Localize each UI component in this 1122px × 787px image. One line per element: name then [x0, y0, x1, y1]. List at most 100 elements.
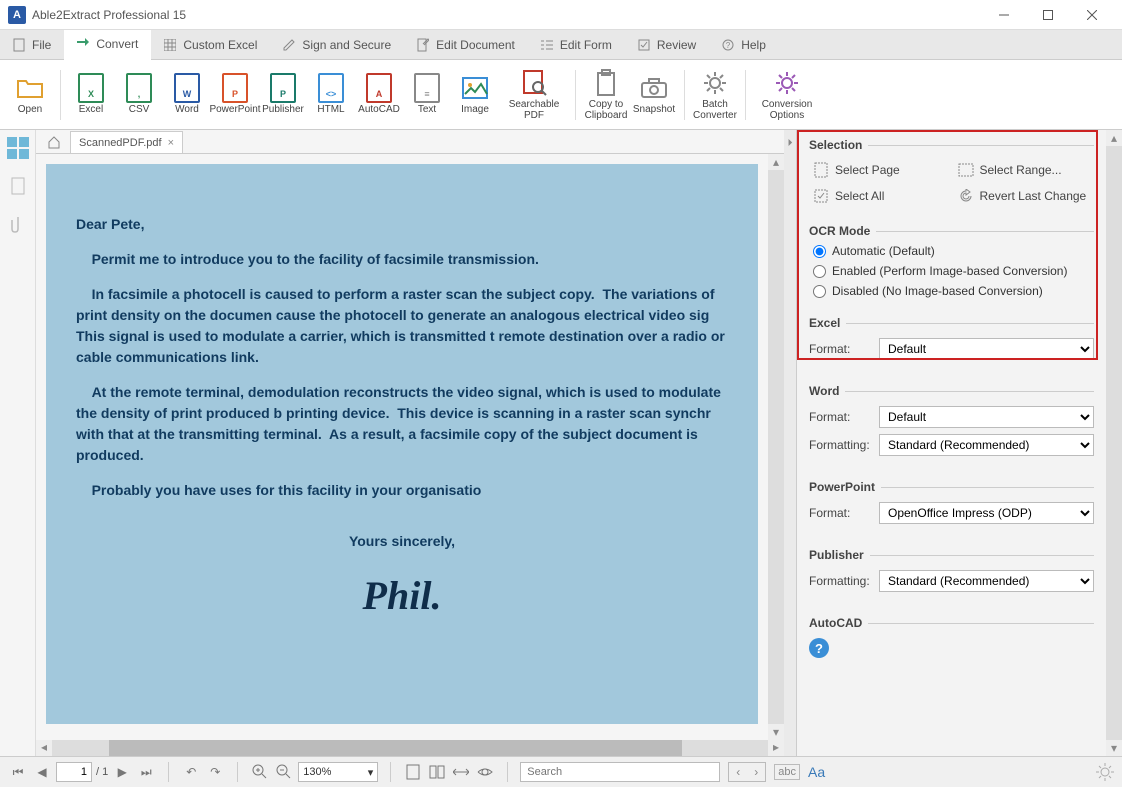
- document-tabs: ScannedPDF.pdf ×: [36, 130, 784, 154]
- zoom-in-button[interactable]: [250, 762, 270, 782]
- text-button[interactable]: Text: [403, 63, 451, 127]
- csv-button[interactable]: CSV: [115, 63, 163, 127]
- word-formatting-select[interactable]: Standard (Recommended): [879, 434, 1094, 456]
- zoom-out-button[interactable]: [274, 762, 294, 782]
- gear-options-icon: [773, 69, 801, 97]
- ocr-auto-radio[interactable]: Automatic (Default): [813, 244, 1090, 258]
- panel-collapse[interactable]: ⏵: [784, 130, 796, 756]
- theme-toggle[interactable]: [1096, 763, 1114, 781]
- searchable-pdf-button[interactable]: Searchable PDF: [499, 63, 569, 127]
- file-icon: [12, 38, 26, 52]
- panel-vertical-scrollbar[interactable]: ▴▾: [1106, 130, 1122, 756]
- publisher-button[interactable]: Publisher: [259, 63, 307, 127]
- search-prev[interactable]: ‹: [729, 763, 747, 781]
- search-input[interactable]: [520, 762, 720, 782]
- image-button[interactable]: Image: [451, 63, 499, 127]
- powerpoint-button[interactable]: PowerPoint: [211, 63, 259, 127]
- grid-icon: [163, 38, 177, 52]
- publisher-formatting-select[interactable]: Standard (Recommended): [879, 570, 1094, 592]
- fit-width-button[interactable]: [451, 762, 471, 782]
- title-bar: A Able2Extract Professional 15: [0, 0, 1122, 30]
- doc-vertical-scrollbar[interactable]: ▴▾: [768, 154, 784, 740]
- clipboard-icon: [592, 69, 620, 97]
- batch-button[interactable]: Batch Converter: [691, 63, 739, 127]
- html-icon: [318, 73, 344, 103]
- bookmarks-toggle[interactable]: [6, 174, 30, 198]
- search-next[interactable]: ›: [747, 763, 765, 781]
- menu-review[interactable]: Review: [625, 30, 709, 59]
- main-area: ScannedPDF.pdf × Dear Pete, Permit me to…: [0, 130, 1122, 756]
- attachments-toggle[interactable]: [6, 212, 30, 236]
- attachment-icon: [11, 215, 25, 233]
- sun-icon: [1096, 763, 1114, 781]
- next-page-button[interactable]: ▶: [112, 762, 132, 782]
- read-mode-button[interactable]: [475, 762, 495, 782]
- section-autocad: AutoCAD: [797, 608, 1106, 634]
- menu-convert[interactable]: Convert: [64, 30, 151, 60]
- revert-button[interactable]: Revert Last Change: [958, 186, 1091, 206]
- doc-horizontal-scrollbar[interactable]: ◂▸: [36, 740, 784, 756]
- ocr-disabled-radio[interactable]: Disabled (No Image-based Conversion): [813, 284, 1090, 298]
- ppt-format-select[interactable]: OpenOffice Impress (ODP): [879, 502, 1094, 524]
- document-tab-label: ScannedPDF.pdf: [79, 137, 162, 149]
- help-badge[interactable]: ?: [809, 638, 829, 658]
- options-button[interactable]: Conversion Options: [752, 63, 822, 127]
- section-publisher: Publisher: [797, 540, 1106, 566]
- zoom-select[interactable]: 130%▾: [298, 762, 378, 782]
- ocr-enabled-radio[interactable]: Enabled (Perform Image-based Conversion): [813, 264, 1090, 278]
- prev-page-button[interactable]: ◀: [32, 762, 52, 782]
- menu-file[interactable]: File: [0, 30, 64, 59]
- html-button[interactable]: HTML: [307, 63, 355, 127]
- section-word: Word: [797, 376, 1106, 402]
- document-scroll[interactable]: Dear Pete, Permit me to introduce you to…: [36, 154, 768, 740]
- image-icon: [461, 74, 489, 102]
- select-page-button[interactable]: Select Page: [813, 160, 946, 180]
- svg-text:?: ?: [726, 41, 731, 50]
- app-icon: A: [8, 6, 26, 24]
- menu-edit-form[interactable]: Edit Form: [528, 30, 625, 59]
- autocad-button[interactable]: AutoCAD: [355, 63, 403, 127]
- word-button[interactable]: Word: [163, 63, 211, 127]
- match-case-toggle[interactable]: abc: [774, 764, 800, 780]
- menu-custom-excel[interactable]: Custom Excel: [151, 30, 270, 59]
- thumbnails-icon: [7, 137, 29, 159]
- menu-help[interactable]: ?Help: [709, 30, 779, 59]
- menu-edit-document[interactable]: Edit Document: [404, 30, 528, 59]
- excel-format-select[interactable]: Default: [879, 338, 1094, 360]
- status-bar: ⏮ ◀ / 1 ▶ ⏭ ↶ ↷ 130%▾ ‹ › abc Aa: [0, 756, 1122, 787]
- thumbnails-toggle[interactable]: [6, 136, 30, 160]
- snapshot-button[interactable]: Snapshot: [630, 63, 678, 127]
- page-number-input[interactable]: [56, 762, 92, 782]
- select-all-button[interactable]: Select All: [813, 186, 946, 206]
- menu-sign[interactable]: Sign and Secure: [270, 30, 404, 59]
- excel-button[interactable]: Excel: [67, 63, 115, 127]
- copy-button[interactable]: Copy to Clipboard: [582, 63, 630, 127]
- signature: Phil.: [76, 566, 728, 626]
- last-page-button[interactable]: ⏭: [136, 762, 156, 782]
- close-button[interactable]: [1070, 0, 1114, 30]
- page-select-icon: [813, 162, 829, 178]
- pen-icon: [282, 38, 296, 52]
- section-selection: Selection: [797, 130, 1106, 156]
- section-excel: Excel: [797, 308, 1106, 334]
- document-tab[interactable]: ScannedPDF.pdf ×: [70, 131, 183, 153]
- fit-two-button[interactable]: [427, 762, 447, 782]
- word-format-select[interactable]: Default: [879, 406, 1094, 428]
- folder-icon: [16, 74, 44, 102]
- minimize-button[interactable]: [982, 0, 1026, 30]
- rotate-right-button[interactable]: ↷: [205, 762, 225, 782]
- close-tab[interactable]: ×: [168, 137, 174, 149]
- fit-page-button[interactable]: [403, 762, 423, 782]
- gear-icon: [701, 69, 729, 97]
- home-tab[interactable]: [42, 131, 66, 153]
- first-page-button[interactable]: ⏮: [8, 762, 28, 782]
- open-button[interactable]: Open: [6, 63, 54, 127]
- form-icon: [540, 38, 554, 52]
- chevron-right-icon: ⏵: [788, 138, 793, 149]
- whole-word-toggle[interactable]: Aa: [808, 764, 825, 780]
- rotate-left-button[interactable]: ↶: [181, 762, 201, 782]
- select-range-button[interactable]: Select Range...: [958, 160, 1091, 180]
- page-content: Dear Pete, Permit me to introduce you to…: [46, 164, 758, 724]
- autocad-icon: [366, 73, 392, 103]
- maximize-button[interactable]: [1026, 0, 1070, 30]
